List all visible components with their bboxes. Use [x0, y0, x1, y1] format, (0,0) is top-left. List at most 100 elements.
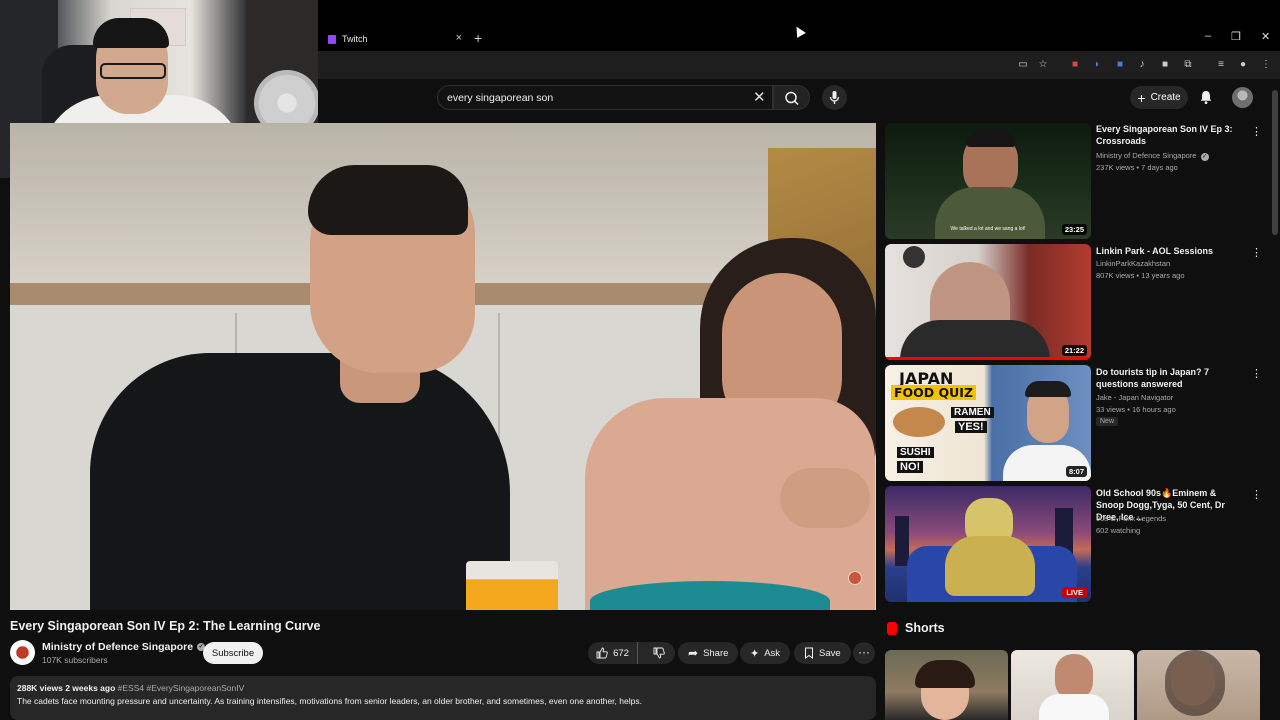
- thumbnail-text-yes: YES!: [955, 421, 987, 433]
- new-badge: New: [1096, 417, 1119, 426]
- thumbnail-text-no: NO!: [897, 461, 924, 473]
- recommendation-title[interactable]: Do tourists tip in Japan? 7 questions an…: [1096, 366, 1246, 390]
- like-count: 672: [613, 647, 629, 659]
- thumbnail-caption: We talked a lot and we sang a lot!: [950, 226, 1026, 232]
- tab-close-icon[interactable]: ×: [456, 32, 462, 44]
- channel-name-link[interactable]: Ministry of Defence Singapore ✓: [42, 641, 206, 653]
- save-label: Save: [819, 647, 841, 659]
- video-duration: 8:07: [1065, 466, 1087, 477]
- voice-search-button[interactable]: [822, 85, 847, 110]
- thumbs-down-icon: [653, 647, 665, 659]
- recommendation-channel[interactable]: Ministry of Defence Singapore ✓: [1096, 151, 1209, 161]
- tab-title: Twitch: [342, 34, 368, 44]
- notifications-bell-icon[interactable]: [1198, 89, 1214, 105]
- short-thumbnail[interactable]: [1137, 650, 1260, 720]
- thumbnail-text-quiz: FOOD QUIZ: [891, 385, 977, 400]
- ramen-image: [893, 407, 945, 437]
- subscribe-button[interactable]: Subscribe: [203, 642, 263, 664]
- recommendation-menu-icon[interactable]: ⋮: [1251, 125, 1262, 138]
- video-thumbnail[interactable]: We talked a lot and we sang a lot! 23:25: [885, 123, 1091, 239]
- thumbs-up-icon: [596, 647, 608, 659]
- more-actions-button[interactable]: ···: [853, 642, 875, 664]
- short-thumbnail[interactable]: [1011, 650, 1134, 720]
- recommendation-meta: 807K views • 13 years ago: [1096, 271, 1185, 280]
- close-window-button[interactable]: ✕: [1261, 30, 1270, 43]
- extensions-puzzle-icon[interactable]: ⧉: [1182, 59, 1194, 71]
- recommendation-menu-icon[interactable]: ⋮: [1251, 488, 1262, 501]
- bookmark-icon: [805, 647, 813, 659]
- watch-progress-bar: [885, 357, 1091, 360]
- twitch-icon: [328, 34, 336, 44]
- recommendation-title[interactable]: Linkin Park - AOL Sessions: [1096, 245, 1246, 257]
- search-input[interactable]: every singaporean son: [437, 85, 773, 110]
- ask-button[interactable]: ✦ Ask: [740, 642, 791, 664]
- recommendation-title[interactable]: Every Singaporean Son IV Ep 3: Crossroad…: [1096, 123, 1246, 147]
- description-text: The cadets face mounting pressure and un…: [17, 696, 642, 706]
- verified-check-icon: ✓: [1200, 153, 1209, 161]
- recommendation-item[interactable]: LIVE Old School 90s🔥Eminem & Snoop Dogg,…: [885, 486, 1265, 602]
- share-label: Share: [703, 647, 729, 659]
- plus-icon: +: [1137, 89, 1146, 106]
- recommendation-menu-icon[interactable]: ⋮: [1251, 367, 1262, 380]
- like-button[interactable]: 672: [588, 642, 638, 664]
- account-avatar[interactable]: [1232, 87, 1253, 108]
- recommendation-item[interactable]: We talked a lot and we sang a lot! 23:25…: [885, 123, 1265, 239]
- share-icon: ➦: [688, 646, 699, 660]
- views-date: 288K views 2 weeks ago: [17, 683, 116, 693]
- page-scrollbar[interactable]: [1272, 90, 1278, 235]
- thumbnail-text-ramen: RAMEN: [951, 407, 994, 418]
- audio-extension-icon[interactable]: ◗: [1091, 59, 1103, 71]
- recommendation-channel[interactable]: Jake - Japan Navigator: [1096, 393, 1173, 402]
- recommendation-channel[interactable]: LinkinParkKazakhstan: [1096, 259, 1170, 268]
- recommendation-meta: 237K views • 7 days ago: [1096, 163, 1178, 172]
- recommendation-channel[interactable]: 90s G-Funk Legends: [1096, 514, 1166, 523]
- create-button[interactable]: + Create: [1130, 86, 1188, 109]
- hashtags[interactable]: #ESS4 #EverySingaporeanSonIV: [118, 683, 245, 693]
- gmail-extension-icon[interactable]: ■: [1069, 59, 1081, 71]
- search-button[interactable]: [773, 85, 810, 110]
- description-meta: 288K views 2 weeks ago #ESS4 #EverySinga…: [17, 683, 869, 693]
- recommendation-menu-icon[interactable]: ⋮: [1251, 246, 1262, 259]
- volume-extension-icon[interactable]: ♪: [1136, 59, 1148, 71]
- microphone-icon: [829, 91, 840, 104]
- video-title: Every Singaporean Son IV Ep 2: The Learn…: [10, 619, 321, 633]
- minimize-button[interactable]: –: [1205, 30, 1211, 42]
- grey-extension-icon[interactable]: ■: [1159, 59, 1171, 71]
- video-duration: 23:25: [1061, 224, 1087, 235]
- short-thumbnail[interactable]: [885, 650, 1008, 720]
- subscriber-count: 107K subscribers: [42, 655, 108, 665]
- create-label: Create: [1150, 92, 1181, 103]
- sparkle-icon: ✦: [750, 647, 760, 660]
- dislike-button[interactable]: [643, 642, 675, 664]
- profile-icon[interactable]: ●: [1237, 59, 1249, 71]
- recommendation-meta: 602 watching: [1096, 526, 1141, 535]
- blue-extension-icon[interactable]: ■: [1114, 59, 1126, 71]
- shorts-icon: [887, 622, 897, 635]
- save-button[interactable]: Save: [794, 642, 851, 664]
- ask-label: Ask: [764, 647, 781, 659]
- share-button[interactable]: ➦ Share: [678, 642, 739, 664]
- description-box[interactable]: 288K views 2 weeks ago #ESS4 #EverySinga…: [10, 676, 876, 720]
- search-query: every singaporean son: [447, 91, 554, 104]
- thumbnail-text-sushi: SUSHI: [897, 447, 934, 458]
- tab-twitch[interactable]: Twitch ×: [322, 28, 468, 50]
- video-thumbnail[interactable]: 21:22: [885, 244, 1091, 360]
- live-badge: LIVE: [1062, 587, 1087, 598]
- video-player[interactable]: [10, 123, 876, 610]
- search-icon: [785, 91, 799, 106]
- channel-avatar[interactable]: [10, 640, 35, 665]
- recommendation-item[interactable]: JAPAN FOOD QUIZ RAMEN YES! SUSHI NO! 8:0…: [885, 365, 1265, 481]
- reading-list-icon[interactable]: ≡: [1215, 59, 1227, 71]
- recommendation-meta: 33 views • 16 hours ago: [1096, 405, 1176, 414]
- new-tab-button[interactable]: +: [474, 30, 482, 46]
- browser-menu-icon[interactable]: ⋮: [1260, 59, 1272, 71]
- bookmark-star-icon[interactable]: ☆: [1037, 59, 1049, 71]
- video-thumbnail[interactable]: LIVE: [885, 486, 1091, 602]
- channel-watermark-icon: [848, 571, 862, 585]
- cast-icon[interactable]: ▭: [1017, 59, 1029, 71]
- search-clear-icon[interactable]: ✕: [753, 88, 766, 106]
- shorts-heading: Shorts: [905, 621, 945, 635]
- restore-button[interactable]: ❐: [1231, 30, 1241, 43]
- recommendation-item[interactable]: 21:22 Linkin Park - AOL Sessions LinkinP…: [885, 244, 1265, 360]
- video-thumbnail[interactable]: JAPAN FOOD QUIZ RAMEN YES! SUSHI NO! 8:0…: [885, 365, 1091, 481]
